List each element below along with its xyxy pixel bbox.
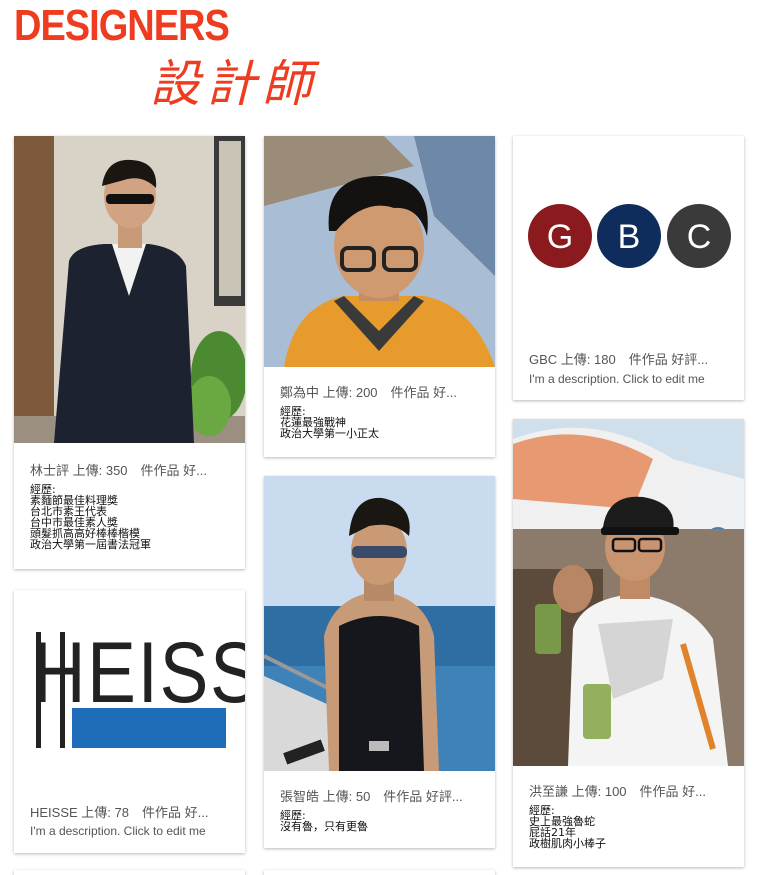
designer-card-title[interactable]: 林士評 上傳: 350 件作品 好...: [30, 460, 233, 479]
designer-card-chang[interactable]: 張智皓 上傳: 50 件作品 好評... 經歷: 沒有魯，只有更魯: [264, 476, 495, 848]
designer-card-title[interactable]: 鄭為中 上傳: 200 件作品 好...: [280, 382, 483, 401]
brand-logo[interactable]: G B C: [513, 136, 744, 336]
designer-card-description: 經歷: 史上最強魯蛇 屁話21年 政樹肌肉小棒子: [529, 805, 732, 849]
designer-photo[interactable]: [14, 136, 245, 443]
designer-card-next[interactable]: [264, 870, 495, 875]
designer-card-next[interactable]: [14, 870, 245, 875]
brand-logo[interactable]: HEISSE: [14, 590, 245, 790]
designer-card-title[interactable]: 張智皓 上傳: 50 件作品 好評...: [280, 786, 483, 805]
designer-photo[interactable]: [264, 476, 495, 771]
desc-line: 政治大學第一小正太: [280, 427, 379, 440]
logo-designers-chinese: 設計師: [150, 55, 318, 113]
designer-card-title[interactable]: HEISSE 上傳: 78 件作品 好...: [30, 802, 233, 821]
logo-letter-b: B: [618, 218, 641, 256]
designer-card-description: 經歷: 沒有魯，只有更魯: [280, 810, 483, 832]
designer-card-title[interactable]: 洪至謙 上傳: 100 件作品 好...: [529, 781, 732, 800]
designer-card-description: I'm a description. Click to edit me: [30, 824, 206, 838]
designer-photo[interactable]: [264, 136, 495, 367]
designer-card-gbc[interactable]: G B C GBC 上傳: 180 件作品 好評... I'm a descri…: [513, 136, 744, 400]
logo-letter-g: G: [547, 218, 573, 256]
designer-card-heisse[interactable]: HEISSE HEISSE 上傳: 78 件作品 好... I'm a desc…: [14, 590, 245, 853]
designer-card-lin[interactable]: 林士評 上傳: 350 件作品 好... 經歷: 素麵節最佳料理獎 台北市素王代…: [14, 136, 245, 569]
designer-card-description: 經歷: 素麵節最佳料理獎 台北市素王代表 台中市最佳素人獎 頭髮抓高高好棒棒楷模…: [30, 484, 233, 550]
designer-card-hong[interactable]: 洪至謙 上傳: 100 件作品 好... 經歷: 史上最強魯蛇 屁話21年 政樹…: [513, 419, 744, 867]
designer-card-description: 經歷: 花蓮最強戰神 政治大學第一小正太: [280, 406, 483, 439]
desc-line: 沒有魯，只有更魯: [280, 820, 368, 833]
logo-letter-c: C: [687, 218, 712, 256]
designer-card-description: I'm a description. Click to edit me: [529, 372, 705, 386]
desc-line: 政治大學第一屆書法冠軍: [30, 538, 151, 551]
designer-card-cheng[interactable]: 鄭為中 上傳: 200 件作品 好... 經歷: 花蓮最強戰神 政治大學第一小正…: [264, 136, 495, 457]
designer-card-title[interactable]: GBC 上傳: 180 件作品 好評...: [529, 349, 732, 368]
desc-line: 政樹肌肉小棒子: [529, 837, 606, 850]
designer-photo[interactable]: [513, 419, 744, 766]
